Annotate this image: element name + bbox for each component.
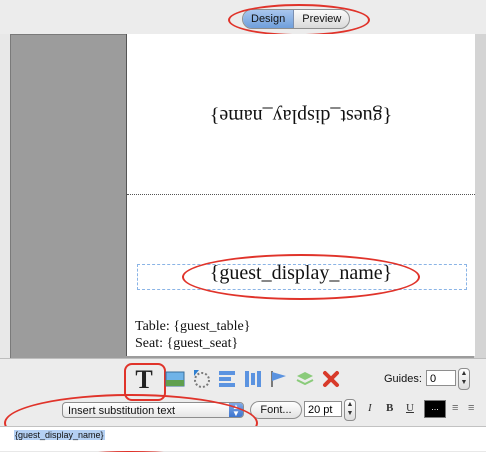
guest-name-text[interactable]: {guest_display_name} [127, 262, 475, 285]
align-icon[interactable] [216, 368, 238, 390]
guides-field[interactable]: 0 [426, 370, 456, 386]
flag-icon[interactable] [268, 368, 290, 390]
shape-icon[interactable] [190, 368, 212, 390]
chevron-updown-icon: ▲ ▼ [229, 403, 243, 418]
image-icon[interactable] [164, 368, 186, 390]
seat-line: Seat: {guest_seat} [135, 336, 239, 351]
fold-line [127, 194, 475, 195]
flipped-guest-name-text[interactable]: {guest_display_name} [127, 104, 475, 127]
font-button[interactable]: Font... [250, 401, 302, 419]
underline-button[interactable]: U [406, 402, 414, 414]
insert-substitution-select[interactable]: Insert substitution text ▲ ▼ [62, 402, 244, 418]
substitution-token[interactable]: {guest_display_name} [14, 430, 105, 440]
italic-button[interactable]: I [368, 402, 372, 414]
delete-icon[interactable] [320, 368, 342, 390]
align-center-icon[interactable]: ≡ [468, 402, 474, 414]
bold-button[interactable]: B [386, 402, 393, 414]
text-color-swatch[interactable]: ... [424, 400, 446, 418]
guides-label: Guides: [384, 373, 422, 385]
layers-icon[interactable] [294, 368, 316, 390]
mode-segmented-control[interactable]: Design Preview [242, 9, 351, 29]
guides-stepper[interactable]: ▲ ▼ [458, 368, 470, 390]
font-size-field[interactable]: 20 pt [304, 401, 342, 417]
distribute-icon[interactable] [242, 368, 264, 390]
tab-design[interactable]: Design [243, 10, 295, 28]
insert-select-label: Insert substitution text [68, 405, 175, 417]
vertical-scrollbar[interactable] [474, 34, 486, 358]
top-bar: Design Preview [0, 0, 486, 34]
align-left-icon[interactable]: ≡ [452, 402, 458, 414]
text-tool-icon[interactable]: T [132, 365, 156, 394]
place-card[interactable]: {guest_display_name} {guest_display_name… [126, 34, 475, 356]
font-size-stepper[interactable]: ▲ ▼ [344, 399, 356, 421]
tab-preview[interactable]: Preview [294, 10, 349, 28]
table-seat-text[interactable]: Table: {guest_table} Seat: {guest_seat} [135, 318, 250, 352]
table-line: Table: {guest_table} [135, 319, 251, 334]
